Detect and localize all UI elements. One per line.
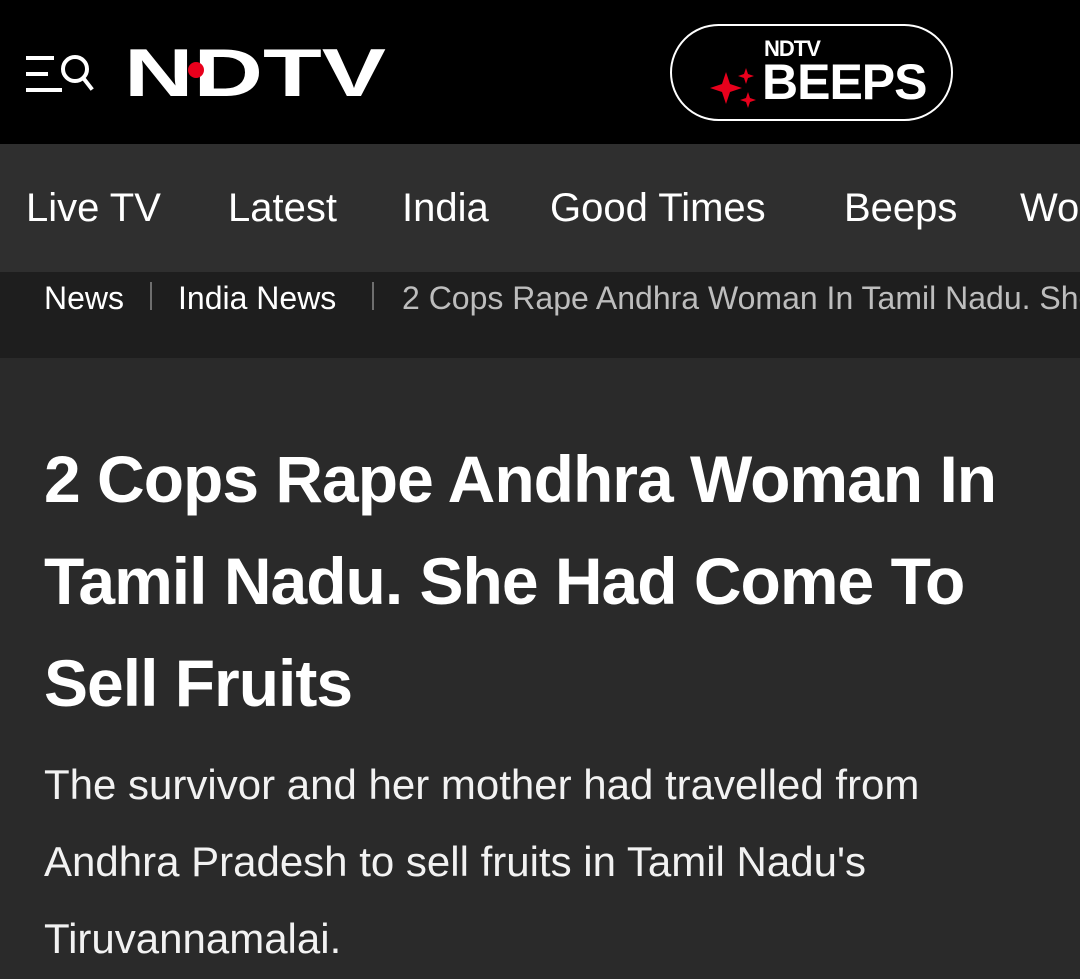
nav-item-live-tv[interactable]: Live TV — [26, 184, 161, 232]
breadcrumb-news[interactable]: News — [44, 278, 124, 318]
nav-item-world[interactable]: World — [1020, 184, 1080, 232]
breadcrumb-separator — [372, 282, 374, 310]
nav-item-latest[interactable]: Latest — [228, 184, 337, 232]
ndtv-logo[interactable]: NDTV — [124, 40, 388, 104]
breadcrumb-current-article: 2 Cops Rape Andhra Woman In Tamil Nadu. … — [402, 280, 1080, 316]
article-summary: The survivor and her mother had travelle… — [44, 761, 920, 962]
menu-search-icon[interactable] — [26, 52, 94, 96]
breadcrumb: News India News 2 Cops Rape Andhra Woman… — [0, 272, 1080, 358]
article-headline: 2 Cops Rape Andhra Woman In Tamil Nadu. … — [44, 442, 997, 720]
breadcrumb-india-news[interactable]: India News — [178, 278, 336, 318]
top-header: NDTV NDTV BEEPS — [0, 0, 1080, 144]
ndtv-beeps-button[interactable]: NDTV BEEPS — [670, 24, 953, 121]
svg-text:NDTV: NDTV — [124, 40, 386, 104]
nav-item-good-times[interactable]: Good Times — [550, 184, 766, 232]
main-nav: Live TV Latest India Good Times Beeps Wo… — [0, 144, 1080, 272]
breadcrumb-separator — [150, 282, 152, 310]
nav-item-india[interactable]: India — [402, 184, 489, 232]
sparkle-icon — [710, 68, 756, 108]
beeps-label: BEEPS — [762, 54, 928, 110]
nav-item-beeps[interactable]: Beeps — [844, 184, 957, 232]
